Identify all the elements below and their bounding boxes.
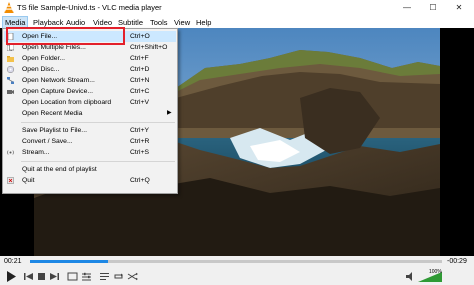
extended-settings-icon[interactable] (80, 270, 93, 283)
menu-item-shortcut: Ctrl+R (130, 138, 150, 145)
volume-percent: 100% (429, 269, 442, 275)
menu-item-label: Open Capture Device... (22, 88, 94, 95)
menu-separator (21, 122, 175, 123)
menu-item-label: Open Network Stream... (22, 77, 95, 84)
menu-item-label: Open Folder... (22, 55, 66, 62)
title-bar: TS file Sample-Univd.ts - VLC media play… (0, 0, 474, 17)
menu-help[interactable]: Help (194, 17, 213, 28)
menu-item-shortcut: Ctrl+S (130, 149, 150, 156)
submenu-arrow-icon: ▶ (167, 110, 172, 116)
menu-item-label: Convert / Save... (22, 138, 73, 145)
menu-item-label: Open Location from clipboard (22, 99, 112, 106)
fullscreen-toggle-icon[interactable] (66, 270, 79, 283)
menu-item-shortcut: Ctrl+Q (130, 177, 150, 184)
loop-icon[interactable] (112, 270, 125, 283)
seek-bar: 00:21 -00:29 (0, 256, 474, 268)
menu-item-open-location-clipboard[interactable]: Open Location from clipboard Ctrl+V (4, 97, 176, 108)
menu-item-open-network-stream[interactable]: Open Network Stream... Ctrl+N (4, 75, 176, 86)
capture-device-icon (7, 90, 14, 94)
menu-item-label: Open Recent Media (22, 110, 83, 117)
menu-item-shortcut: Ctrl+D (130, 66, 150, 73)
volume-speaker-icon[interactable] (404, 270, 417, 283)
menu-item-label: Quit (22, 177, 35, 184)
multiple-files-icon (7, 44, 14, 51)
seek-progress (30, 260, 109, 263)
menu-item-quit-end-playlist[interactable]: Quit at the end of playlist (4, 164, 176, 175)
menu-tools[interactable]: Tools (148, 17, 170, 28)
menu-item-label: Save Playlist to File... (22, 127, 87, 134)
network-icon (7, 77, 14, 84)
menu-separator (21, 161, 175, 162)
maximize-button[interactable]: ☐ (420, 1, 446, 15)
menu-item-open-folder[interactable]: Open Folder... Ctrl+F (4, 53, 176, 64)
previous-icon[interactable] (22, 270, 35, 283)
media-menu-dropdown: Open File... Ctrl+O Open Multiple Files.… (2, 28, 178, 194)
menu-item-shortcut: Ctrl+Y (130, 127, 150, 134)
menu-item-label: Stream... (22, 149, 50, 156)
shuffle-icon[interactable] (126, 270, 139, 283)
menu-item-open-capture-device[interactable]: Open Capture Device... Ctrl+C (4, 86, 176, 97)
next-icon[interactable] (48, 270, 61, 283)
menu-item-label: Open Disc... (22, 66, 60, 73)
menu-view[interactable]: View (172, 17, 192, 28)
close-button[interactable]: ✕ (446, 1, 472, 15)
menu-item-shortcut: Ctrl+V (130, 99, 150, 106)
menu-item-shortcut: Ctrl+C (130, 88, 150, 95)
stream-icon (7, 150, 14, 155)
menu-item-open-recent-media[interactable]: Open Recent Media ▶ (4, 108, 176, 119)
quit-icon (7, 177, 14, 184)
highlight-box (6, 27, 125, 45)
menu-item-quit[interactable]: Quit Ctrl+Q (4, 175, 176, 186)
menu-item-shortcut: Ctrl+N (130, 77, 150, 84)
playlist-icon[interactable] (98, 270, 111, 283)
menu-item-stream[interactable]: Stream... Ctrl+S (4, 147, 176, 158)
remaining-time: -00:29 (447, 258, 467, 265)
disc-icon (7, 66, 14, 73)
menu-item-open-disc[interactable]: Open Disc... Ctrl+D (4, 64, 176, 75)
stop-icon[interactable] (35, 270, 48, 283)
elapsed-time: 00:21 (4, 258, 22, 265)
seek-slider[interactable] (30, 260, 442, 263)
minimize-button[interactable]: — (394, 1, 420, 15)
play-icon[interactable] (4, 270, 17, 283)
menu-item-shortcut: Ctrl+Shift+O (130, 44, 168, 51)
menu-item-convert-save[interactable]: Convert / Save... Ctrl+R (4, 136, 176, 147)
vlc-cone-icon (4, 2, 14, 13)
control-bar: 100% (0, 268, 474, 285)
menu-item-label: Quit at the end of playlist (22, 166, 97, 173)
window-title: TS file Sample-Univd.ts - VLC media play… (17, 3, 162, 12)
menu-item-shortcut: Ctrl+O (130, 33, 150, 40)
folder-icon (7, 56, 14, 62)
menu-item-shortcut: Ctrl+F (130, 55, 149, 62)
menu-item-save-playlist[interactable]: Save Playlist to File... Ctrl+Y (4, 125, 176, 136)
